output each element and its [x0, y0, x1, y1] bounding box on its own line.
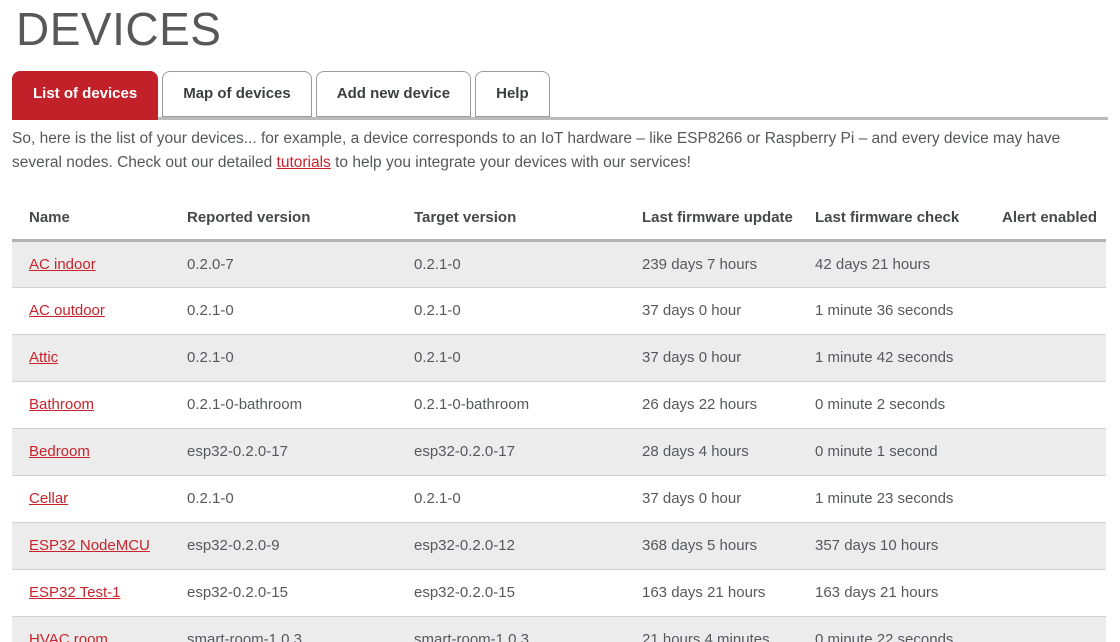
table-body: AC indoor 0.2.0-7 0.2.1-0 239 days 7 hou…	[12, 240, 1106, 642]
device-link-attic[interactable]: Attic	[29, 349, 58, 366]
reported-version-cell: esp32-0.2.0-15	[170, 569, 397, 616]
alert-enabled-cell	[985, 334, 1106, 381]
last-firmware-check-cell: 357 days 10 hours	[798, 522, 985, 569]
table-row: Bathroom 0.2.1-0-bathroom 0.2.1-0-bathro…	[12, 381, 1106, 428]
table-row: AC outdoor 0.2.1-0 0.2.1-0 37 days 0 hou…	[12, 287, 1106, 334]
devices-page: DEVICES List of devices Map of devices A…	[0, 4, 1120, 642]
last-firmware-update-cell: 239 days 7 hours	[625, 240, 798, 287]
reported-version-cell: smart-room-1.0.3	[170, 616, 397, 642]
last-firmware-update-cell: 163 days 21 hours	[625, 569, 798, 616]
target-version-cell: 0.2.1-0	[397, 240, 625, 287]
last-firmware-update-cell: 28 days 4 hours	[625, 428, 798, 475]
reported-version-cell: esp32-0.2.0-9	[170, 522, 397, 569]
reported-version-cell: 0.2.1-0	[170, 287, 397, 334]
target-version-cell: 0.2.1-0	[397, 287, 625, 334]
last-firmware-check-cell: 1 minute 42 seconds	[798, 334, 985, 381]
column-header-alert-enabled: Alert enabled	[985, 194, 1106, 241]
target-version-cell: smart-room-1.0.3	[397, 616, 625, 642]
last-firmware-check-cell: 0 minute 22 seconds	[798, 616, 985, 642]
target-version-cell: esp32-0.2.0-15	[397, 569, 625, 616]
alert-enabled-cell	[985, 616, 1106, 642]
device-link-hvac-room[interactable]: HVAC room	[29, 631, 108, 642]
device-link-esp32-test-1[interactable]: ESP32 Test-1	[29, 584, 120, 601]
alert-enabled-cell	[985, 475, 1106, 522]
reported-version-cell: esp32-0.2.0-17	[170, 428, 397, 475]
page-title: DEVICES	[16, 4, 1106, 55]
table-row: Bedroom esp32-0.2.0-17 esp32-0.2.0-17 28…	[12, 428, 1106, 475]
alert-enabled-cell	[985, 522, 1106, 569]
device-link-cellar[interactable]: Cellar	[29, 490, 68, 507]
device-link-ac-indoor[interactable]: AC indoor	[29, 256, 96, 273]
device-link-bathroom[interactable]: Bathroom	[29, 396, 94, 413]
last-firmware-check-cell: 1 minute 36 seconds	[798, 287, 985, 334]
table-row: AC indoor 0.2.0-7 0.2.1-0 239 days 7 hou…	[12, 240, 1106, 287]
device-link-esp32-nodemcu[interactable]: ESP32 NodeMCU	[29, 537, 150, 554]
reported-version-cell: 0.2.1-0-bathroom	[170, 381, 397, 428]
tab-map-of-devices[interactable]: Map of devices	[162, 71, 312, 117]
tab-help[interactable]: Help	[475, 71, 550, 117]
table-row: Attic 0.2.1-0 0.2.1-0 37 days 0 hour 1 m…	[12, 334, 1106, 381]
alert-enabled-cell	[985, 381, 1106, 428]
last-firmware-update-cell: 368 days 5 hours	[625, 522, 798, 569]
alert-enabled-cell	[985, 569, 1106, 616]
last-firmware-update-cell: 37 days 0 hour	[625, 287, 798, 334]
device-link-ac-outdoor[interactable]: AC outdoor	[29, 302, 105, 319]
tab-add-new-device[interactable]: Add new device	[316, 71, 471, 117]
alert-enabled-cell	[985, 240, 1106, 287]
column-header-name: Name	[12, 194, 170, 241]
table-row: Cellar 0.2.1-0 0.2.1-0 37 days 0 hour 1 …	[12, 475, 1106, 522]
target-version-cell: esp32-0.2.0-17	[397, 428, 625, 475]
reported-version-cell: 0.2.1-0	[170, 334, 397, 381]
reported-version-cell: 0.2.0-7	[170, 240, 397, 287]
table-row: ESP32 NodeMCU esp32-0.2.0-9 esp32-0.2.0-…	[12, 522, 1106, 569]
target-version-cell: 0.2.1-0	[397, 475, 625, 522]
alert-enabled-cell	[985, 428, 1106, 475]
alert-enabled-cell	[985, 287, 1106, 334]
column-header-last-firmware-check: Last firmware check	[798, 194, 985, 241]
column-header-reported-version: Reported version	[170, 194, 397, 241]
intro-text-after-link: to help you integrate your devices with …	[331, 154, 691, 171]
last-firmware-check-cell: 0 minute 1 second	[798, 428, 985, 475]
column-header-target-version: Target version	[397, 194, 625, 241]
column-header-last-firmware-update: Last firmware update	[625, 194, 798, 241]
table-row: HVAC room smart-room-1.0.3 smart-room-1.…	[12, 616, 1106, 642]
reported-version-cell: 0.2.1-0	[170, 475, 397, 522]
tab-bar: List of devices Map of devices Add new d…	[12, 71, 1106, 120]
tutorials-link[interactable]: tutorials	[277, 154, 331, 171]
intro-text: So, here is the list of your devices... …	[12, 127, 1106, 175]
device-link-bedroom[interactable]: Bedroom	[29, 443, 90, 460]
last-firmware-update-cell: 26 days 22 hours	[625, 381, 798, 428]
target-version-cell: 0.2.1-0-bathroom	[397, 381, 625, 428]
last-firmware-check-cell: 163 days 21 hours	[798, 569, 985, 616]
table-row: ESP32 Test-1 esp32-0.2.0-15 esp32-0.2.0-…	[12, 569, 1106, 616]
table-header: Name Reported version Target version Las…	[12, 194, 1106, 241]
last-firmware-check-cell: 42 days 21 hours	[798, 240, 985, 287]
tab-list-of-devices[interactable]: List of devices	[12, 71, 158, 120]
target-version-cell: 0.2.1-0	[397, 334, 625, 381]
target-version-cell: esp32-0.2.0-12	[397, 522, 625, 569]
devices-table: Name Reported version Target version Las…	[12, 194, 1106, 642]
last-firmware-update-cell: 37 days 0 hour	[625, 475, 798, 522]
last-firmware-update-cell: 37 days 0 hour	[625, 334, 798, 381]
last-firmware-check-cell: 1 minute 23 seconds	[798, 475, 985, 522]
last-firmware-update-cell: 21 hours 4 minutes	[625, 616, 798, 642]
last-firmware-check-cell: 0 minute 2 seconds	[798, 381, 985, 428]
